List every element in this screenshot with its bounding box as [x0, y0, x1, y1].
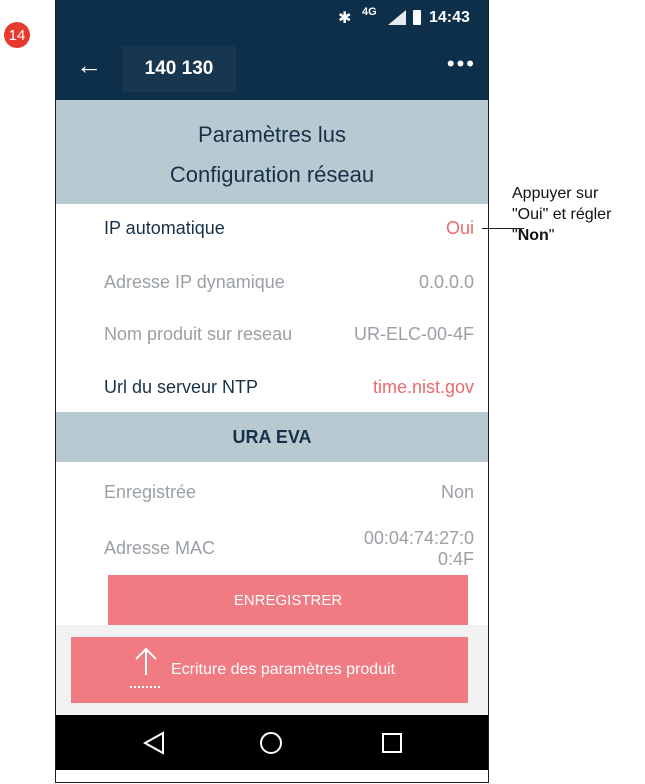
status-time: 14:43: [429, 9, 470, 26]
phone-screen: ✱ 4G 14:43 ← 140 130 ••• Paramètres lus …: [55, 0, 489, 783]
row-ntp-server[interactable]: Url du serveur NTP time.nist.gov: [56, 363, 488, 411]
bluetooth-icon: ✱: [338, 10, 352, 27]
mac-address-line-1: 00:04:74:27:0: [363, 528, 474, 548]
row-dynamic-ip: Adresse IP dynamique 0.0.0.0: [56, 258, 488, 306]
dynamic-ip-label: Adresse IP dynamique: [104, 272, 285, 292]
instruction-callout: Appuyer sur "Oui" et régler "Non": [512, 183, 642, 246]
ip-automatic-value[interactable]: Oui: [446, 218, 474, 239]
row-registered: Enregistrée Non: [56, 468, 488, 516]
home-circle-icon[interactable]: [258, 730, 284, 756]
status-bar: ✱ 4G 14:43: [56, 0, 488, 36]
battery-icon: [413, 10, 421, 25]
ip-automatic-label: IP automatique: [104, 218, 225, 238]
step-number-badge: 14: [4, 22, 30, 48]
write-parameters-button[interactable]: Ecriture des paramètres produit: [71, 637, 468, 703]
mac-address-label: Adresse MAC: [104, 538, 216, 558]
row-network-product-name: Nom produit sur reseau UR-ELC-00-4F: [56, 310, 488, 358]
row-ip-automatic[interactable]: IP automatique Oui: [56, 204, 488, 252]
upload-arrow-icon: [130, 647, 162, 688]
callout-quote-close: ": [548, 227, 555, 244]
mac-address-value: 00:04:74:27:0 0:4F: [354, 528, 474, 570]
device-title: 140 130: [122, 46, 236, 92]
network-product-name-label: Nom produit sur reseau: [104, 324, 293, 344]
mac-address-line-2: 0:4F: [437, 549, 474, 569]
ntp-server-label: Url du serveur NTP: [104, 377, 259, 397]
recent-apps-square-icon[interactable]: [379, 730, 405, 756]
registered-value: Non: [440, 482, 474, 502]
callout-line-1: Appuyer sur: [512, 185, 599, 202]
section-title-network-config: Configuration réseau: [169, 162, 375, 187]
back-triangle-icon[interactable]: [141, 730, 167, 756]
callout-non-text: Non: [517, 227, 549, 244]
network-type-label: 4G: [362, 6, 377, 18]
more-options-icon[interactable]: •••: [447, 51, 476, 77]
section-title-parameters: Paramètres lus: [198, 122, 346, 147]
network-config-header: Paramètres lus Configuration réseau: [56, 100, 488, 204]
ura-eva-header: URA EVA: [56, 412, 488, 462]
callout-line-3: "Non": [512, 225, 642, 246]
signal-icon: [388, 10, 406, 25]
registered-label: Enregistrée: [104, 482, 197, 502]
write-parameters-label: Ecriture des paramètres produit: [171, 661, 396, 678]
android-nav-bar: [56, 715, 488, 770]
back-arrow-icon[interactable]: ←: [76, 50, 102, 80]
callout-line-2: "Oui" et régler: [512, 206, 612, 223]
ntp-server-value[interactable]: time.nist.gov: [373, 377, 474, 398]
row-mac-address: Adresse MAC 00:04:74:27:0 0:4F: [56, 520, 488, 576]
app-toolbar: ← 140 130 •••: [56, 36, 488, 100]
dynamic-ip-value: 0.0.0.0: [418, 272, 474, 292]
network-product-name-value: UR-ELC-00-4F: [353, 324, 474, 344]
save-button[interactable]: ENREGISTRER: [108, 575, 468, 625]
